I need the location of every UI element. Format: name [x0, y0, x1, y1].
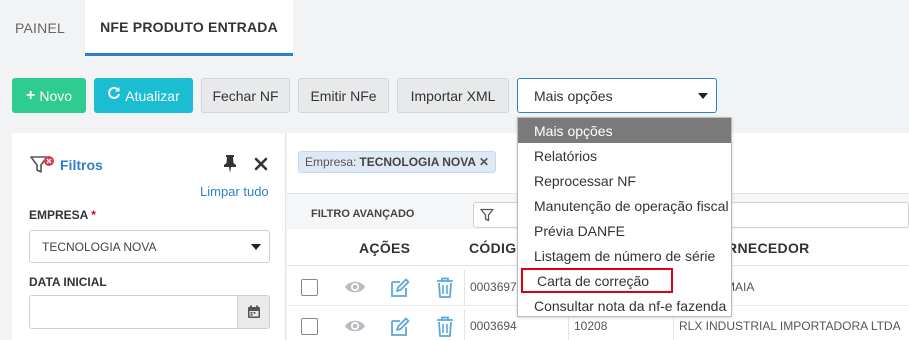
edit-icon[interactable] [389, 316, 411, 340]
row-checkbox[interactable] [301, 279, 318, 296]
mais-opcoes-select[interactable]: Mais opções [517, 78, 717, 113]
menu-item-relatorios[interactable]: Relatórios [518, 143, 731, 168]
data-inicial-label: DATA INICIAL [29, 275, 107, 289]
trash-icon[interactable] [435, 277, 455, 304]
cell-codigo: 0003694 [470, 319, 517, 333]
refresh-icon [107, 86, 121, 105]
required-mark: * [91, 208, 96, 222]
clear-filters-link[interactable]: Limpar tudo [200, 184, 269, 199]
cell-numero: 10208 [574, 319, 608, 333]
chevron-down-icon [698, 93, 708, 99]
pin-icon[interactable] [221, 154, 239, 179]
menu-item-manutencao-operacao-fiscal[interactable]: Manutenção de operação fiscal [518, 193, 731, 218]
empresa-select-value: TECNOLOGIA NOVA [42, 239, 157, 254]
calendar-button[interactable] [237, 295, 270, 329]
filters-header[interactable]: Filtros [30, 155, 103, 175]
tab-painel[interactable]: PAINEL [0, 0, 80, 56]
advanced-filter-field[interactable] [731, 202, 909, 228]
calendar-icon [247, 305, 260, 318]
mais-opcoes-value: Mais opções [534, 87, 613, 104]
mais-opcoes-menu: Mais opções Relatórios Reprocessar NF Ma… [517, 117, 732, 317]
empresa-label: EMPRESA * [29, 208, 96, 222]
atualizar-label: Atualizar [125, 87, 180, 104]
menu-item-previa-danfe[interactable]: Prévia DANFE [518, 218, 731, 243]
eye-icon[interactable] [344, 277, 366, 302]
menu-item-reprocessar-nf[interactable]: Reprocessar NF [518, 168, 731, 193]
advanced-filter-label: FILTRO AVANÇADO [311, 208, 415, 220]
chip-value: TECNOLOGIA NOVA [359, 155, 477, 169]
column-divider [464, 270, 465, 306]
chip-key: Empresa: [305, 155, 357, 169]
tab-bar: PAINEL NFE PRODUTO ENTRADA [0, 0, 909, 56]
advanced-filter-input[interactable] [473, 202, 519, 228]
novo-button[interactable]: + Novo [12, 78, 86, 113]
filter-icon [480, 208, 494, 222]
chevron-down-icon [251, 244, 261, 250]
filter-panel: Filtros Limpar tudo EMPRESA * TECNOLOGIA… [12, 133, 286, 340]
edit-icon[interactable] [389, 277, 411, 304]
menu-item-consultar-nota-nfe-fazenda[interactable]: Consultar nota da nf-e fazenda [518, 293, 731, 318]
empresa-select[interactable]: TECNOLOGIA NOVA [29, 230, 270, 263]
column-divider [464, 309, 465, 340]
plus-icon: + [25, 86, 36, 104]
menu-item-listagem-numero-serie[interactable]: Listagem de número de série [518, 243, 731, 268]
atualizar-button[interactable]: Atualizar [94, 78, 193, 113]
eye-icon[interactable] [344, 316, 366, 340]
menu-item-mais-opcoes[interactable]: Mais opções [518, 118, 731, 143]
filters-title: Filtros [60, 157, 103, 173]
column-acoes: AÇÕES [359, 240, 411, 256]
menu-item-carta-de-correcao[interactable]: Carta de correção [521, 268, 673, 293]
novo-label: Novo [39, 87, 73, 104]
close-icon[interactable] [254, 157, 268, 176]
cell-fornecedor: RLX INDUSTRIAL IMPORTADORA LTDA [679, 319, 901, 333]
importar-xml-button[interactable]: Importar XML [397, 78, 509, 113]
trash-icon[interactable] [435, 316, 455, 340]
fechar-nf-button[interactable]: Fechar NF [201, 78, 290, 113]
tab-nfe-produto-entrada[interactable]: NFE PRODUTO ENTRADA [85, 0, 293, 56]
data-inicial-input[interactable] [29, 295, 238, 329]
active-filter-chip[interactable]: Empresa: TECNOLOGIA NOVA ✕ [298, 151, 497, 173]
empresa-label-text: EMPRESA [29, 208, 88, 222]
chip-close-icon[interactable]: ✕ [479, 155, 489, 169]
emitir-nfe-button[interactable]: Emitir NFe [298, 78, 389, 113]
filter-clear-icon [30, 156, 54, 173]
row-checkbox[interactable] [301, 318, 318, 335]
cell-codigo: 0003697 [470, 280, 517, 294]
